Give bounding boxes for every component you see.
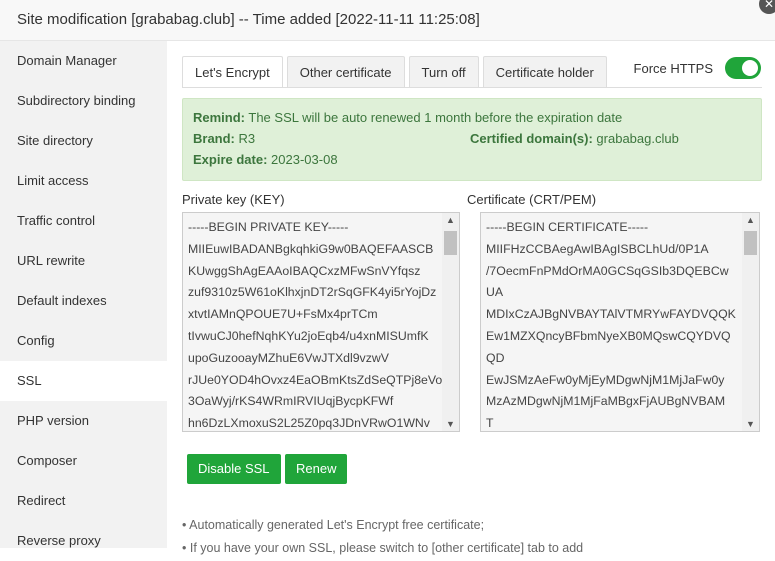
disable-ssl-button[interactable]: Disable SSL xyxy=(187,454,281,484)
sidebar-item-php-version[interactable]: PHP version xyxy=(0,401,167,441)
remind-text: The SSL will be auto renewed 1 month bef… xyxy=(248,110,623,125)
sidebar-item-subdirectory-binding[interactable]: Subdirectory binding xyxy=(0,81,167,121)
sidebar-item-reverse-proxy[interactable]: Reverse proxy xyxy=(0,521,167,561)
private-key-content: -----BEGIN PRIVATE KEY----- MIIEuwIBADAN… xyxy=(188,220,443,431)
sidebar-item-domain-manager[interactable]: Domain Manager xyxy=(0,41,167,81)
scroll-up-icon[interactable]: ▲ xyxy=(746,215,755,225)
scroll-down-icon[interactable]: ▼ xyxy=(746,419,755,429)
private-key-textarea[interactable]: -----BEGIN PRIVATE KEY----- MIIEuwIBADAN… xyxy=(182,212,460,432)
sidebar-item-site-directory[interactable]: Site directory xyxy=(0,121,167,161)
expire-row: Expire date: 2023-03-08 xyxy=(193,152,338,167)
domain-row: Certified domain(s): grababag.club xyxy=(470,131,679,146)
tab-divider xyxy=(182,87,762,88)
ssl-info-panel: Remind: The SSL will be auto renewed 1 m… xyxy=(182,98,762,181)
tab-certificate-holder[interactable]: Certificate holder xyxy=(482,56,607,88)
sidebar-item-limit-access[interactable]: Limit access xyxy=(0,161,167,201)
sidebar-item-url-rewrite[interactable]: URL rewrite xyxy=(0,241,167,281)
remind-label: Remind: xyxy=(193,110,245,125)
brand-label: Brand: xyxy=(193,131,235,146)
help-notes: Automatically generated Let's Encrypt fr… xyxy=(182,514,583,560)
force-https: Force HTTPS xyxy=(634,57,761,79)
sidebar-item-default-indexes[interactable]: Default indexes xyxy=(0,281,167,321)
window-titlebar: Site modification [grababag.club] -- Tim… xyxy=(0,0,775,41)
private-key-label: Private key (KEY) xyxy=(182,192,285,207)
help-note: Automatically generated Let's Encrypt fr… xyxy=(182,514,583,537)
window-title: Site modification [grababag.club] -- Tim… xyxy=(17,11,480,28)
force-https-label: Force HTTPS xyxy=(633,60,713,76)
ssl-tabs: Let's Encrypt Other certificate Turn off… xyxy=(182,56,611,88)
remind-row: Remind: The SSL will be auto renewed 1 m… xyxy=(193,110,622,125)
domain-value: grababag.club xyxy=(596,131,679,146)
private-key-scrollbar[interactable]: ▲ ▼ xyxy=(442,213,459,431)
toggle-knob xyxy=(742,60,758,76)
domain-label: Certified domain(s): xyxy=(470,131,593,146)
sidebar-item-composer[interactable]: Composer xyxy=(0,441,167,481)
scroll-down-icon[interactable]: ▼ xyxy=(446,419,455,429)
scroll-thumb[interactable] xyxy=(444,231,457,255)
sidebar-item-redirect[interactable]: Redirect xyxy=(0,481,167,521)
tab-other-certificate[interactable]: Other certificate xyxy=(286,56,405,88)
sidebar-item-ssl[interactable]: SSL xyxy=(0,361,167,401)
brand-value: R3 xyxy=(238,131,256,146)
certificate-label: Certificate (CRT/PEM) xyxy=(467,192,597,207)
sidebar: Domain Manager Subdirectory binding Site… xyxy=(0,41,167,548)
scroll-up-icon[interactable]: ▲ xyxy=(446,215,455,225)
help-note: If you have your own SSL, please switch … xyxy=(182,537,583,560)
expire-label: Expire date: xyxy=(193,152,268,167)
sidebar-item-traffic-control[interactable]: Traffic control xyxy=(0,201,167,241)
tab-turn-off[interactable]: Turn off xyxy=(408,56,479,88)
certificate-scrollbar[interactable]: ▲ ▼ xyxy=(742,213,759,431)
scroll-thumb[interactable] xyxy=(744,231,757,255)
certificate-content: -----BEGIN CERTIFICATE----- MIIFHzCCBAeg… xyxy=(486,220,736,431)
brand-row: Brand: R3 xyxy=(193,131,255,146)
certificate-textarea[interactable]: -----BEGIN CERTIFICATE----- MIIFHzCCBAeg… xyxy=(480,212,760,432)
expire-value: 2023-03-08 xyxy=(271,152,338,167)
tab-lets-encrypt[interactable]: Let's Encrypt xyxy=(182,56,283,88)
renew-button[interactable]: Renew xyxy=(285,454,348,484)
main-panel: Let's Encrypt Other certificate Turn off… xyxy=(167,41,775,555)
force-https-toggle[interactable] xyxy=(725,57,761,79)
sidebar-item-config[interactable]: Config xyxy=(0,321,167,361)
close-icon[interactable]: ✕ xyxy=(759,0,775,14)
